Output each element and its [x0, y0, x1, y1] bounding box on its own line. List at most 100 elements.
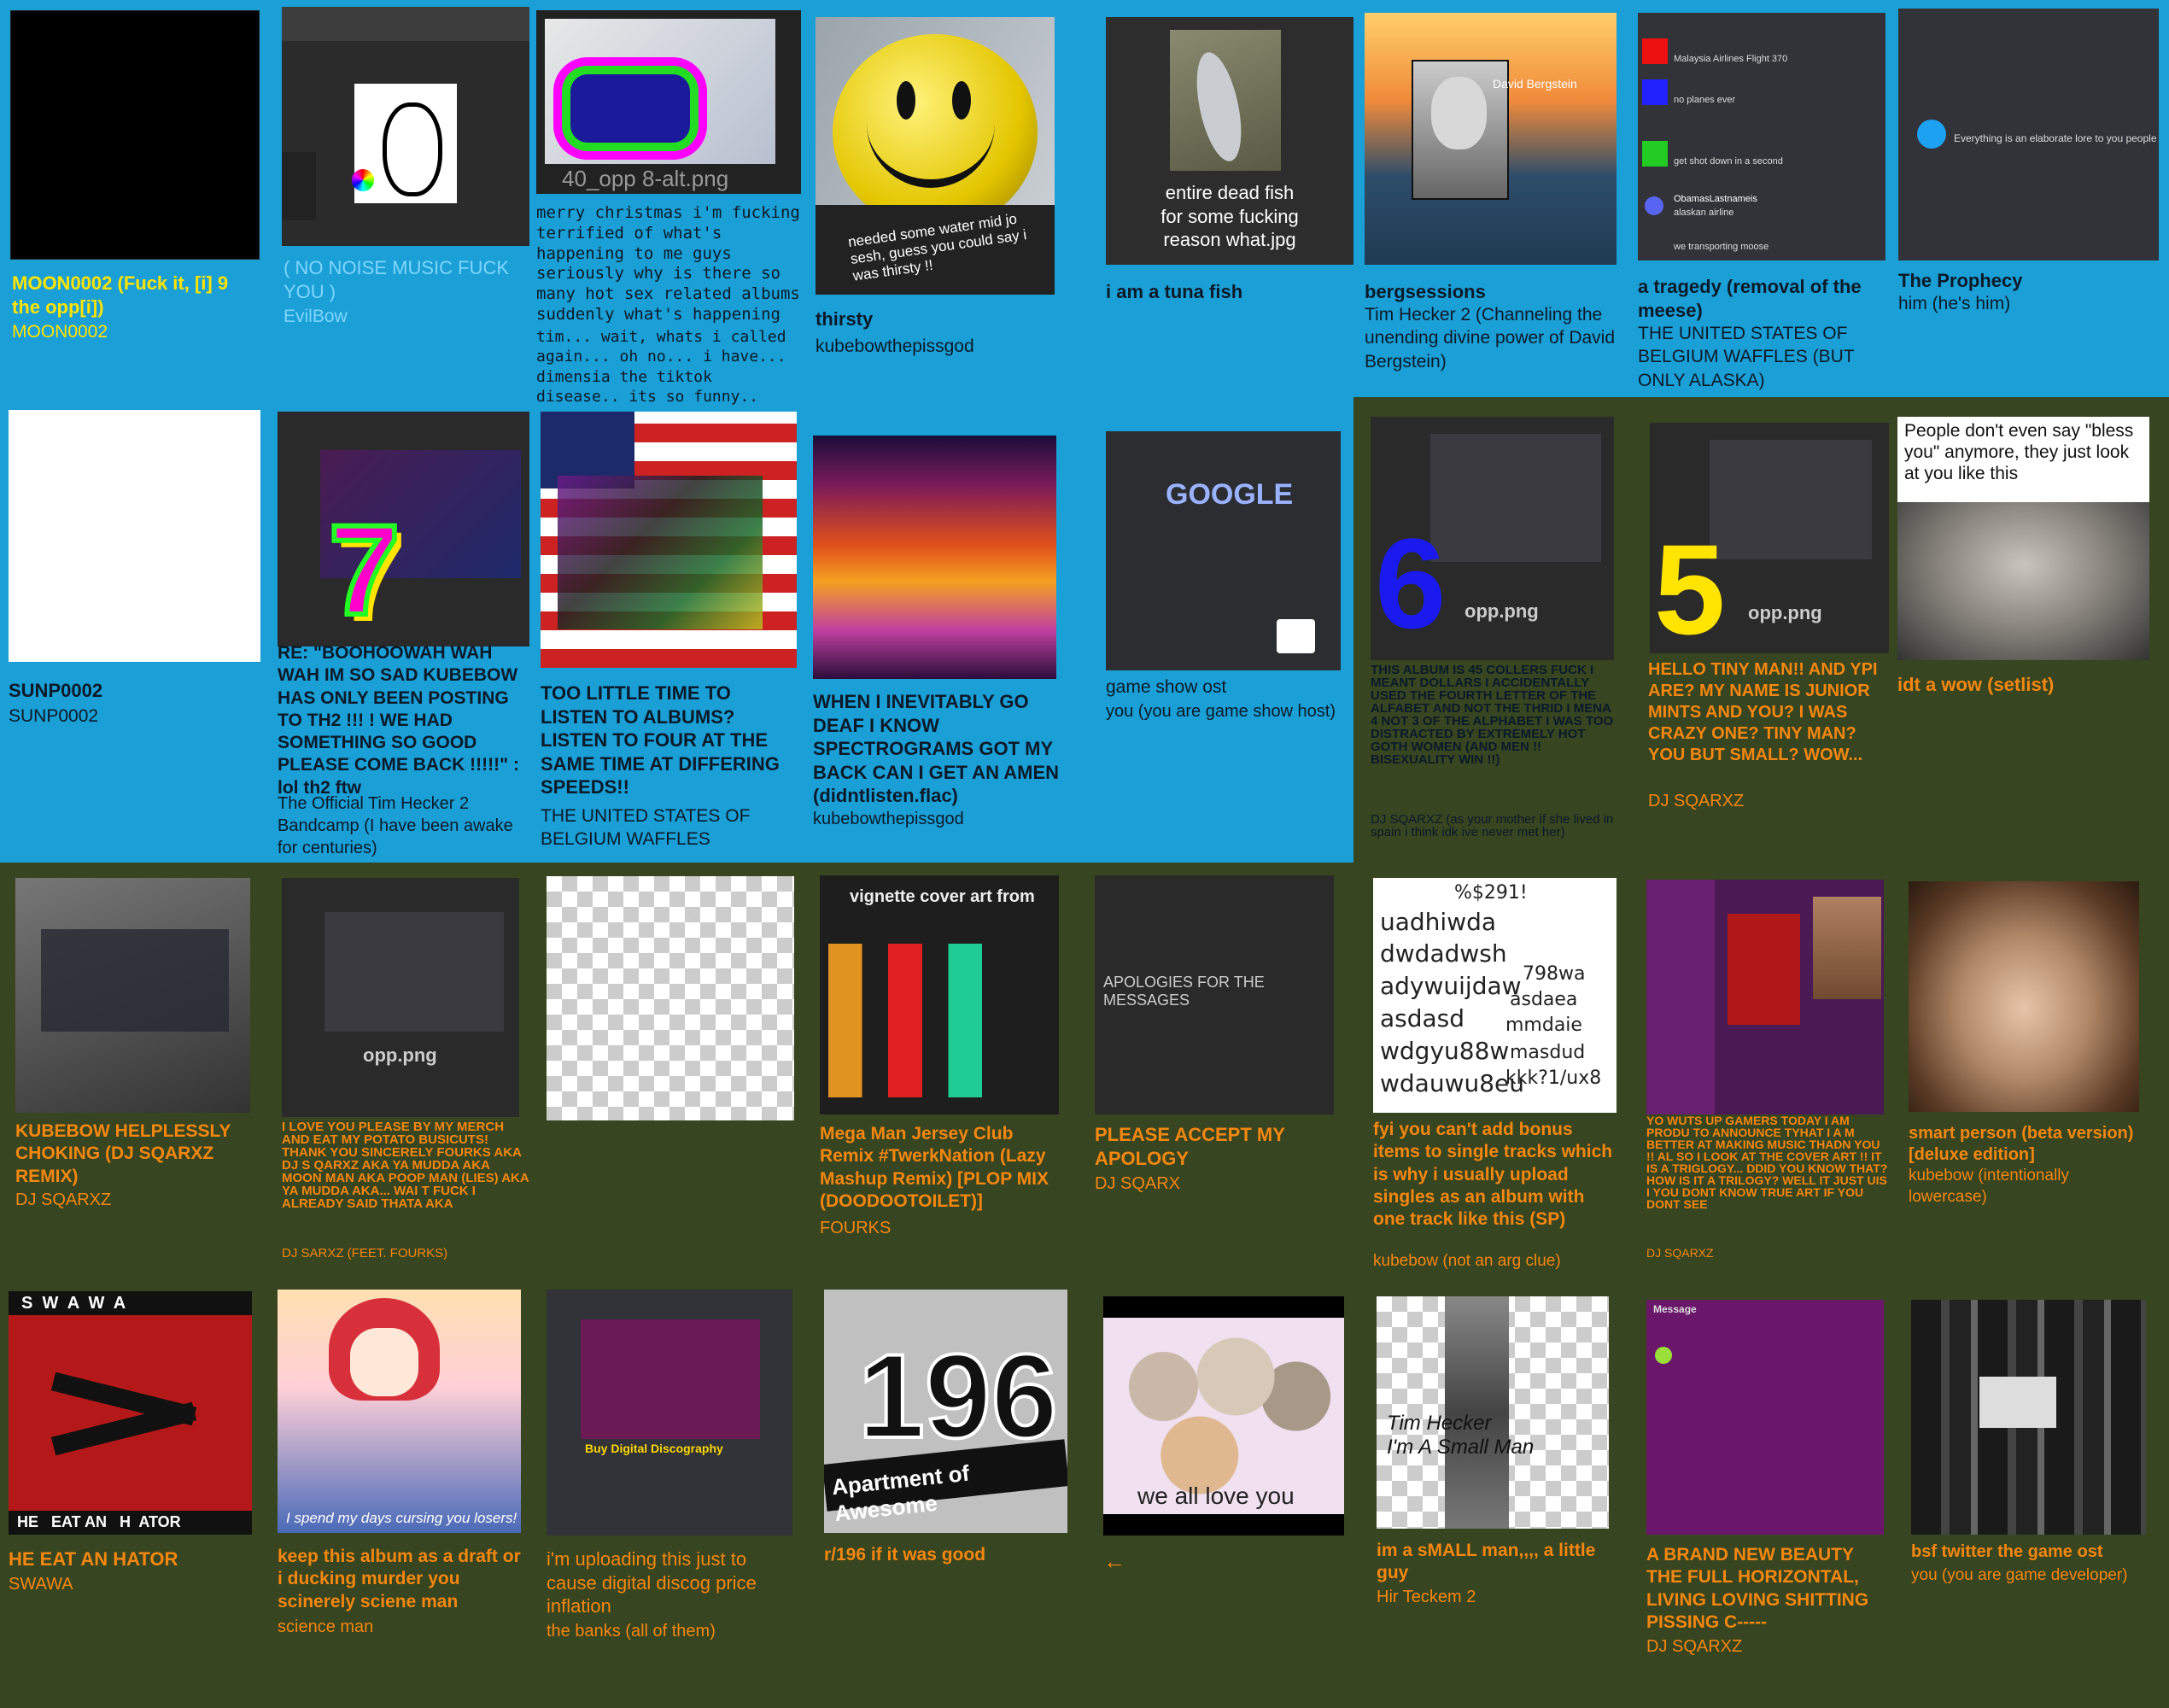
album-title[interactable]: WHEN I INEVITABLY GO DEAF I KNOW SPECTRO… — [813, 690, 1069, 808]
album-title[interactable]: HE EAT AN HATOR — [9, 1547, 256, 1571]
album-card[interactable]: TOO LITTLE TIME TO LISTEN TO ALBUMS? LIS… — [538, 401, 803, 863]
album-artist[interactable]: you (you are game developer) — [1911, 1565, 2159, 1587]
album-card[interactable]: Message A BRAND NEW BEAUTY THE FULL HORI… — [1631, 1281, 1904, 1699]
album-art[interactable]: Tim Hecker I'm A Small Man — [1377, 1296, 1609, 1529]
album-title[interactable]: bsf twitter the game ost — [1911, 1541, 2159, 1563]
album-card[interactable]: David Bergstein bergsessions Tim Hecker … — [1358, 0, 1622, 397]
album-title[interactable]: ( NO NOISE MUSIC FUCK YOU ) — [284, 256, 531, 303]
album-art[interactable] — [282, 7, 529, 246]
album-card[interactable]: Buy Digital Discography i'm uploading th… — [538, 1281, 811, 1699]
album-card[interactable]: Everything is an elaborate lore to you p… — [1891, 0, 2165, 397]
album-art[interactable] — [541, 412, 797, 668]
album-card[interactable]: 40_opp 8-alt.png merry christmas i'm fuc… — [529, 0, 803, 406]
album-title[interactable]: Mega Man Jersey Club Remix #TwerkNation … — [820, 1123, 1067, 1213]
album-art[interactable]: 6 opp.png — [1371, 417, 1614, 660]
album-title[interactable]: MOON0002 (Fuck it, [i] 9 the opp[i]) — [12, 272, 260, 319]
album-art[interactable]: %$291! uadhiwda dwdadwsh adywuijdaw asda… — [1373, 878, 1617, 1113]
album-artist[interactable]: EvilBow — [284, 305, 531, 328]
album-artist[interactable]: kubebow (not an arg clue) — [1373, 1251, 1617, 1272]
album-art[interactable]: I spend my days cursing you losers! — [278, 1290, 521, 1533]
album-artist[interactable]: FOURKS — [820, 1217, 1067, 1239]
album-card[interactable]: smart person (beta version) [deluxe edit… — [1896, 871, 2160, 1264]
album-title[interactable]: The Prophecy — [1898, 269, 2154, 293]
album-title[interactable]: bergsessions — [1365, 280, 1617, 304]
album-art[interactable] — [813, 436, 1056, 679]
album-art[interactable] — [10, 10, 260, 260]
album-title[interactable]: game show ost — [1106, 676, 1353, 699]
album-card[interactable]: MOON0002 (Fuck it, [i] 9 the opp[i]) MOO… — [0, 0, 282, 397]
album-title[interactable]: PLEASE ACCEPT MY APOLOGY — [1095, 1123, 1342, 1170]
album-art[interactable]: 5 opp.png — [1650, 423, 1889, 653]
album-card[interactable]: APOLOGIES FOR THE MESSAGES PLEASE ACCEPT… — [1084, 871, 1358, 1264]
album-artist[interactable]: tim... wait, whats i called again... oh … — [536, 327, 801, 407]
album-artist[interactable]: DJ SQARXZ (as your mother if she lived i… — [1371, 813, 1618, 839]
album-title[interactable]: merry christmas i'm fucking terrified of… — [536, 203, 801, 325]
album-artist[interactable]: MOON0002 — [12, 320, 260, 343]
album-card[interactable]: we all love you ← — [1084, 1281, 1358, 1699]
album-artist[interactable]: Tim Hecker 2 (Channeling the unending di… — [1365, 303, 1617, 373]
album-art[interactable] — [1911, 1300, 2146, 1535]
album-title[interactable]: TOO LITTLE TIME TO LISTEN TO ALBUMS? LIS… — [541, 681, 797, 799]
album-art[interactable] — [547, 876, 794, 1120]
album-art[interactable] — [1909, 881, 2139, 1112]
album-card[interactable]: 6 opp.png THIS ALBUM IS 45 COLLERS FUCK … — [1366, 401, 1622, 863]
album-art[interactable]: S W A W A HE EAT AN H ATOR — [9, 1291, 252, 1535]
album-artist[interactable]: kubebowthepissgod — [816, 335, 1072, 358]
album-card[interactable]: ( NO NOISE MUSIC FUCK YOU ) EvilBow — [273, 0, 529, 397]
album-art[interactable]: vignette cover art from — [820, 875, 1059, 1114]
album-card[interactable]: needed some water mid jo sesh, guess you… — [811, 0, 1084, 397]
album-artist[interactable]: THE UNITED STATES OF BELGIUM WAFFLES (BU… — [1638, 322, 1885, 392]
album-title[interactable]: RE: "BOOHOOWAH WAH WAH IM SO SAD KUBEBOW… — [278, 642, 534, 799]
album-artist[interactable]: you (you are game show host) — [1106, 700, 1353, 722]
album-artist[interactable]: science man — [278, 1616, 529, 1638]
album-artist[interactable]: kubebow (intentionally lowercase) — [1909, 1166, 2152, 1208]
album-title[interactable]: i am a tuna fish — [1106, 280, 1353, 304]
album-artist[interactable]: DJ SQARX — [1095, 1173, 1342, 1195]
album-title[interactable]: KUBEBOW HELPLESSLY CHOKING (DJ SQARXZ RE… — [15, 1120, 254, 1188]
album-title[interactable]: smart person (beta version) [deluxe edit… — [1909, 1123, 2152, 1166]
album-card[interactable]: WHEN I INEVITABLY GO DEAF I KNOW SPECTRO… — [811, 401, 1084, 863]
album-card[interactable]: opp.png I LOVE YOU PLEASE BY MY MERCH AN… — [273, 871, 538, 1264]
album-title[interactable]: HELLO TINY MAN!! AND YPI ARE? MY NAME IS… — [1648, 659, 1891, 766]
album-artist[interactable]: the banks (all of them) — [547, 1620, 798, 1642]
album-card[interactable]: I spend my days cursing you losers! keep… — [273, 1281, 538, 1699]
album-artist[interactable]: SUNP0002 — [9, 705, 265, 728]
album-art[interactable]: 40_opp 8-alt.png — [536, 10, 801, 194]
album-title[interactable]: ← — [1103, 1547, 1351, 1576]
album-art[interactable]: Malaysia Airlines Flight 370 no planes e… — [1638, 13, 1885, 260]
album-card[interactable]: bsf twitter the game ost you (you are ga… — [1896, 1281, 2169, 1699]
album-art[interactable]: we all love you — [1103, 1296, 1344, 1535]
album-card[interactable]: KUBEBOW HELPLESSLY CHOKING (DJ SQARXZ RE… — [0, 871, 273, 1264]
album-title[interactable]: idt a wow (setlist) — [1897, 673, 2149, 697]
album-card[interactable] — [538, 871, 811, 1264]
album-card[interactable]: vignette cover art from Mega Man Jersey … — [811, 871, 1084, 1264]
album-card[interactable]: Tim Hecker I'm A Small Man im a sMALL ma… — [1358, 1281, 1631, 1699]
album-title[interactable]: thirsty — [816, 307, 1072, 331]
album-card[interactable]: YO WUTS UP GAMERS TODAY I AM PRODU TO AN… — [1631, 871, 1896, 1264]
album-card[interactable]: Malaysia Airlines Flight 370 no planes e… — [1631, 0, 1896, 397]
album-card[interactable]: People don't even say "bless you" anymor… — [1887, 401, 2160, 769]
album-title[interactable]: SUNP0002 — [9, 679, 265, 703]
album-card[interactable]: GOOGLE game show ost you (you are game s… — [1093, 401, 1358, 863]
album-art[interactable]: opp.png — [282, 878, 519, 1117]
album-title[interactable]: A BRAND NEW BEAUTY THE FULL HORIZONTAL, … — [1646, 1544, 1894, 1634]
album-card[interactable]: S W A W A HE EAT AN H ATOR HE EAT AN HAT… — [0, 1281, 273, 1699]
album-title[interactable]: I LOVE YOU PLEASE BY MY MERCH AND EAT MY… — [282, 1120, 529, 1210]
album-art[interactable]: 7 — [278, 412, 529, 646]
album-card[interactable]: entire dead fish for some fucking reason… — [1093, 0, 1366, 397]
album-title[interactable]: im a sMALL man,,,, a little guy — [1377, 1540, 1624, 1585]
album-art[interactable]: entire dead fish for some fucking reason… — [1106, 17, 1353, 265]
album-artist[interactable]: SWAWA — [9, 1573, 256, 1595]
album-card[interactable]: SUNP0002 SUNP0002 — [0, 401, 273, 743]
album-artist[interactable]: DJ SARXZ (FEET. FOURKS) — [282, 1247, 529, 1260]
album-artist[interactable]: Hir Teckem 2 — [1377, 1586, 1624, 1608]
album-art[interactable]: Everything is an elaborate lore to you p… — [1898, 9, 2159, 260]
album-artist[interactable]: THE UNITED STATES OF BELGIUM WAFFLES — [541, 804, 797, 851]
album-card[interactable]: 5 opp.png HELLO TINY MAN!! AND YPI ARE? … — [1640, 401, 1896, 863]
album-title[interactable]: r/196 if it was good — [824, 1544, 1072, 1566]
album-card[interactable]: 7 RE: "BOOHOOWAH WAH WAH IM SO SAD KUBEB… — [273, 401, 538, 863]
album-artist[interactable]: DJ SQARXZ — [1646, 1635, 1894, 1658]
album-art[interactable] — [1646, 880, 1884, 1114]
album-artist[interactable]: kubebowthepissgod — [813, 808, 1069, 830]
album-artist[interactable]: DJ SQARXZ — [1646, 1247, 1890, 1259]
